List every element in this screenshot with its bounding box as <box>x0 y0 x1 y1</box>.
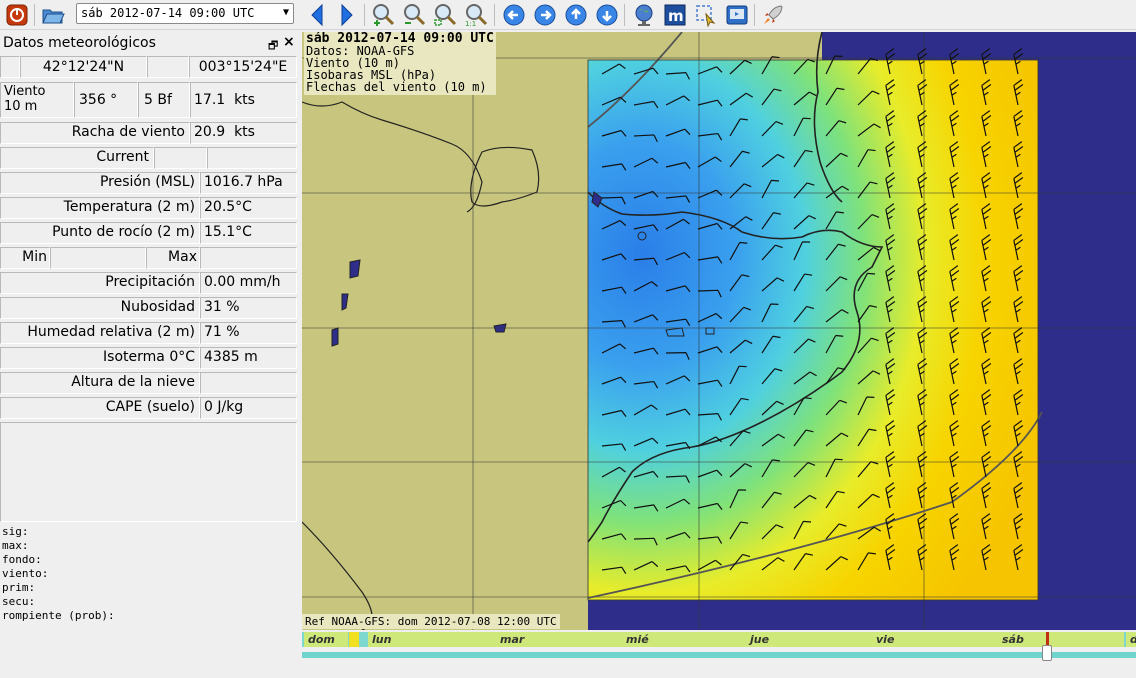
wave-line: sig: <box>2 525 29 538</box>
toolbar: sáb 2012-07-14 09:00 UTC ▼ 1:1 m <box>0 0 1136 30</box>
timeline-day[interactable]: mié <box>622 632 746 647</box>
isotherm-value: 4385 m <box>200 347 297 369</box>
wind-beaufort: 5 Bf <box>138 82 190 118</box>
min-label: Min <box>0 247 50 269</box>
pan-down-icon[interactable] <box>594 2 620 28</box>
export-icon[interactable] <box>724 2 750 28</box>
wind-label: Viento 10 m <box>0 82 74 118</box>
wave-line: rompiente (prob): <box>2 609 115 622</box>
pressure-value: 1016.7 hPa <box>200 172 297 194</box>
timeline-day[interactable]: mar <box>496 632 622 647</box>
rocket-icon[interactable] <box>760 2 786 28</box>
power-icon[interactable] <box>4 2 30 28</box>
wave-info: sig: max: fondo: viento: prim: secu: rom… <box>2 525 115 623</box>
temperature-label: Temperatura (2 m) <box>0 197 200 219</box>
max-value <box>200 247 297 269</box>
timeline-day-marker <box>349 632 359 647</box>
wave-line: secu: <box>2 595 36 608</box>
max-label: Max <box>146 247 200 269</box>
chevron-down-icon: ▼ <box>282 7 289 18</box>
snow-label: Altura de la nieve <box>0 372 200 394</box>
zoom-fit-icon[interactable] <box>432 2 458 28</box>
map-info-line: Flechas del viento (10 m) <box>306 80 487 94</box>
wave-line: viento: <box>2 567 49 580</box>
gust-value: 20.9 kts <box>190 122 297 144</box>
map-canvas[interactable] <box>302 32 1136 630</box>
humidity-value: 71 % <box>200 322 297 344</box>
wave-line: max: <box>2 539 29 552</box>
dewpoint-label: Punto de rocío (2 m) <box>0 222 200 244</box>
wind-direction: 356 ° <box>74 82 138 118</box>
restore-icon[interactable]: 🗗 <box>268 37 278 56</box>
prev-arrow-icon[interactable] <box>304 2 330 28</box>
current-value-2 <box>207 147 297 169</box>
pressure-label: Presión (MSL) <box>0 172 200 194</box>
current-label: Current <box>0 147 154 169</box>
pan-left-icon[interactable] <box>501 2 527 28</box>
blank-area <box>0 422 297 522</box>
isotherm-label: Isoterma 0°C <box>0 347 200 369</box>
weather-map[interactable]: sáb 2012-07-14 09:00 UTC Datos: NOAA-GFS… <box>302 32 1136 630</box>
precip-label: Precipitación <box>0 272 200 294</box>
gust-label: Racha de viento <box>0 122 190 144</box>
precip-value: 0.00 mm/h <box>200 272 297 294</box>
wave-line: fondo: <box>2 553 42 566</box>
temperature-value: 20.5°C <box>200 197 297 219</box>
next-arrow-icon[interactable] <box>334 2 360 28</box>
timeline-track[interactable] <box>302 652 1136 658</box>
cloud-value: 31 % <box>200 297 297 319</box>
panel-title: Datos meteorológicos <box>3 35 156 51</box>
timeline-bar[interactable]: dom lun mar mié jue vie sáb d <box>302 632 1136 647</box>
open-folder-icon[interactable] <box>40 2 66 28</box>
timeline-day[interactable]: vie <box>872 632 998 647</box>
timeline-current-marker <box>1046 632 1049 646</box>
snow-value <box>200 372 297 394</box>
cape-value: 0 J/kg <box>200 397 297 419</box>
timeline-day[interactable]: jue <box>746 632 872 647</box>
map-info-box: sáb 2012-07-14 09:00 UTC Datos: NOAA-GFS… <box>304 32 496 95</box>
datetime-select[interactable]: sáb 2012-07-14 09:00 UTC ▼ <box>76 3 294 24</box>
wave-line: prim: <box>2 581 36 594</box>
timeline[interactable]: dom lun mar mié jue vie sáb d <box>302 632 1136 662</box>
timeline-day[interactable]: dom <box>304 632 348 647</box>
map-reference: Ref NOAA-GFS: dom 2012-07-08 12:00 UTC <box>302 614 560 629</box>
svg-text:1:1: 1:1 <box>465 20 476 27</box>
zoom-1to1-icon[interactable]: 1:1 <box>463 2 489 28</box>
latitude-value: 42°12'24"N <box>20 56 147 78</box>
cape-label: CAPE (suelo) <box>0 397 200 419</box>
timeline-day[interactable]: d <box>1126 632 1136 647</box>
zoom-in-icon[interactable] <box>370 2 396 28</box>
timeline-slider-handle[interactable] <box>1042 645 1052 661</box>
timeline-day[interactable]: lun <box>368 632 496 647</box>
selection-icon[interactable] <box>693 2 719 28</box>
zoom-out-icon[interactable] <box>401 2 427 28</box>
humidity-label: Humedad relativa (2 m) <box>0 322 200 344</box>
weather-data-panel: Datos meteorológicos 🗗 × 42°12'24"N 003°… <box>0 32 298 678</box>
pan-up-icon[interactable] <box>563 2 589 28</box>
longitude-value: 003°15'24"E <box>189 56 297 78</box>
globe-icon[interactable] <box>631 2 657 28</box>
pan-right-icon[interactable] <box>532 2 558 28</box>
timeline-day[interactable]: sáb <box>998 632 1124 647</box>
dewpoint-value: 15.1°C <box>200 222 297 244</box>
close-icon[interactable]: × <box>283 34 295 50</box>
svg-text:m: m <box>668 7 684 25</box>
current-value-1 <box>154 147 207 169</box>
cloud-label: Nubosidad <box>0 297 200 319</box>
wind-speed: 17.1 kts <box>190 82 297 118</box>
min-value <box>50 247 146 269</box>
meteo-m-icon[interactable]: m <box>662 2 688 28</box>
datetime-value: sáb 2012-07-14 09:00 UTC <box>81 6 255 20</box>
